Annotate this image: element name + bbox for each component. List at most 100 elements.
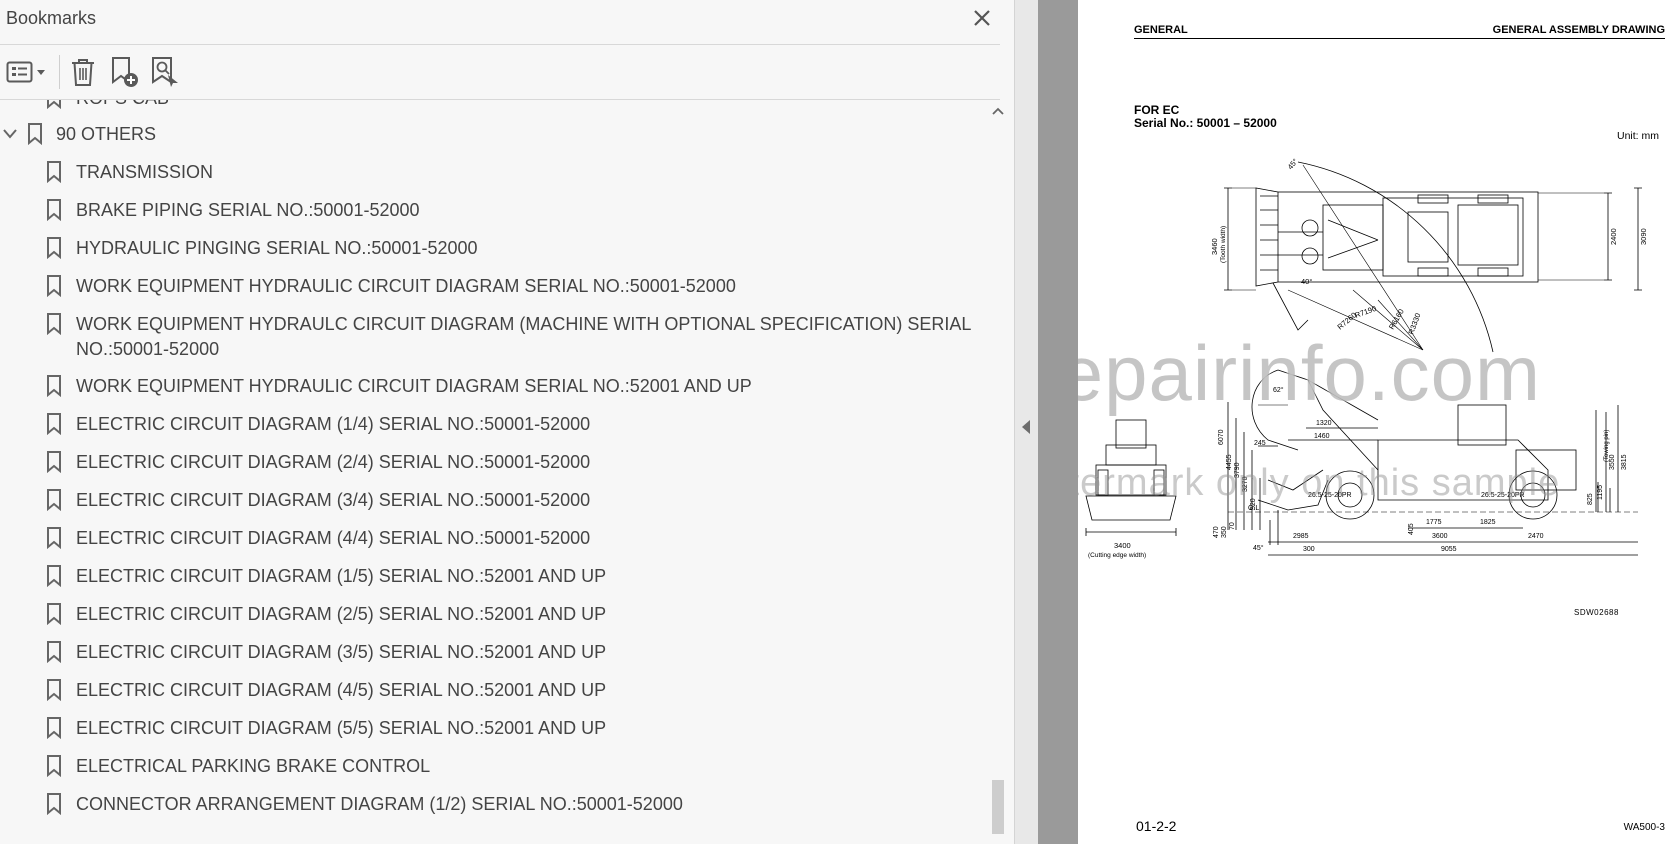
bookmark-icon (47, 275, 61, 297)
bookmark-icon (47, 641, 61, 663)
bookmark-label: ELECTRIC CIRCUIT DIAGRAM (1/5) SERIAL NO… (76, 566, 607, 586)
panel-header: Bookmarks (0, 0, 1000, 45)
bookmark-icon (47, 679, 61, 701)
dim-label: 1195 (1597, 485, 1604, 500)
bookmark-label: ELECTRIC CIRCUIT DIAGRAM (1/4) SERIAL NO… (76, 414, 591, 434)
close-icon (974, 10, 990, 26)
bookmark-label: BRAKE PIPING SERIAL NO.:50001-52000 (76, 200, 420, 220)
dim-label: 6070 (1218, 429, 1225, 445)
bookmark-label: WORK EQUIPMENT HYDRAULC CIRCUIT DIAGRAM … (76, 314, 972, 334)
toolbar-divider (59, 55, 60, 89)
dim-label: 350 (1221, 526, 1228, 538)
bookmark-icon (47, 527, 61, 549)
dim-label: 45° (1286, 157, 1300, 171)
dim-label: 825 (1587, 493, 1594, 505)
dim-label: 40° (1301, 277, 1312, 286)
watermark-main: eRepairinfo.com (1078, 329, 1541, 417)
bookmarks-panel: Bookmarks 90 OTHERS TRANSMISSION BRAKE P… (0, 0, 1014, 844)
bookmark-label: ELECTRIC CIRCUIT DIAGRAM (2/4) SERIAL NO… (76, 452, 591, 472)
bookmark-label: 90 OTHERS (56, 124, 157, 144)
bookmark-label: ROPS CAB (76, 100, 169, 111)
dim-label: 3600 (1432, 533, 1448, 540)
dim-label: 3815 (1621, 454, 1628, 470)
bookmark-icon (28, 123, 42, 145)
bookmark-tree: ROPS CAB 90 OTHERS TRANSMISSION BRAKE PI… (0, 100, 990, 844)
panel-title: Bookmarks (6, 8, 97, 28)
bookmark-icon (47, 717, 61, 739)
bookmark-label: ELECTRIC CIRCUIT DIAGRAM (2/5) SERIAL NO… (76, 604, 607, 624)
find-current-bookmark-button[interactable] (150, 55, 180, 89)
bookmark-icon (47, 489, 61, 511)
delete-bookmark-button[interactable] (70, 55, 96, 89)
dim-label: 45° (1253, 544, 1264, 552)
bookmark-label: ELECTRICAL PARKING BRAKE CONTROL (76, 756, 431, 776)
dim-label: 3550 (1609, 454, 1616, 470)
top-view (1224, 161, 1642, 353)
panel-splitter[interactable] (1014, 0, 1039, 844)
bookmark-icon (47, 161, 61, 183)
find-bookmark-icon (152, 57, 178, 87)
dim-label: 1320 (1316, 420, 1332, 427)
dim-label: 405 (1408, 523, 1415, 535)
dim-label: 2985 (1293, 533, 1309, 540)
bookmark-icon (47, 313, 61, 335)
dim-label: (Towing pin) (1604, 430, 1610, 462)
dim-label: 470 (1213, 526, 1220, 538)
chevron-down-icon[interactable] (2, 128, 18, 140)
add-bookmark-icon (112, 57, 138, 87)
bookmark-label: CONNECTOR ARRANGEMENT DIAGRAM (1/2) SERI… (76, 794, 683, 814)
bookmark-icon (47, 413, 61, 435)
page-number: 01-2-2 (1136, 818, 1177, 834)
dim-label: 3400 (1114, 541, 1131, 550)
bookmark-label: WORK EQUIPMENT HYDRAULIC CIRCUIT DIAGRAM… (76, 276, 736, 296)
dim-label: 2470 (1528, 533, 1544, 540)
add-bookmark-button[interactable] (110, 55, 140, 89)
assembly-drawing: 3460 (Tooth width) 2400 3090 R7190 R7260… (1085, 157, 1648, 559)
bookmark-icon (47, 237, 61, 259)
bookmark-label: TRANSMISSION (76, 162, 214, 182)
scroll-up-icon[interactable] (991, 106, 1005, 116)
dim-label: 3460 (1210, 238, 1219, 255)
bookmark-label: ELECTRIC CIRCUIT DIAGRAM (4/4) SERIAL NO… (76, 528, 591, 548)
drawing-code: SDW02688 (1574, 608, 1619, 617)
list-options-icon (6, 61, 45, 83)
watermark-sub: watermark only on this sample (1078, 462, 1561, 504)
bookmark-icon (47, 755, 61, 777)
dim-label: 2400 (1609, 228, 1618, 245)
bookmark-icon (47, 199, 61, 221)
bookmark-icon (47, 793, 61, 815)
trash-icon (72, 59, 94, 86)
bookmark-icon (47, 375, 61, 397)
model-label: WA500-3 (1623, 822, 1665, 833)
document-canvas-background (1038, 0, 1078, 844)
dim-label: G.L (1248, 505, 1259, 512)
collapse-panel-icon[interactable] (1022, 420, 1030, 434)
dim-label: (Tooth width) (1220, 226, 1227, 263)
dim-label: (Cutting edge width) (1088, 552, 1146, 559)
bookmark-label: WORK EQUIPMENT HYDRAULIC CIRCUIT DIAGRAM… (76, 376, 752, 396)
vertical-scrollbar[interactable] (987, 100, 1009, 844)
bookmark-label: HYDRAULIC PINGING SERIAL NO.:50001-52000 (76, 238, 478, 258)
document-page: GENERAL GENERAL ASSEMBLY DRAWING FOR EC … (1078, 0, 1677, 844)
bookmark-label: ELECTRIC CIRCUIT DIAGRAM (4/5) SERIAL NO… (76, 680, 607, 700)
bookmark-label-continued: NO.:50001-52000 (76, 339, 220, 359)
options-menu-button[interactable] (6, 55, 46, 89)
bookmarks-toolbar (0, 45, 1000, 100)
bookmark-icon (47, 565, 61, 587)
dim-label: 1825 (1480, 519, 1496, 526)
bookmark-label: ELECTRIC CIRCUIT DIAGRAM (3/4) SERIAL NO… (76, 490, 591, 510)
dim-label: 245 (1254, 440, 1266, 447)
dim-label: 1460 (1314, 433, 1330, 440)
dim-label: 3090 (1639, 228, 1648, 245)
dim-label: 300 (1303, 546, 1315, 553)
bookmark-icon (47, 603, 61, 625)
dim-label: 9055 (1441, 546, 1457, 553)
bookmark-label: ELECTRIC CIRCUIT DIAGRAM (3/5) SERIAL NO… (76, 642, 607, 662)
bookmark-icon (47, 100, 61, 109)
close-button[interactable] (968, 4, 996, 32)
dim-label: 70 (1229, 522, 1236, 530)
bookmark-label: ELECTRIC CIRCUIT DIAGRAM (5/5) SERIAL NO… (76, 718, 607, 738)
dim-label: 1775 (1426, 519, 1442, 526)
scrollbar-thumb[interactable] (992, 780, 1004, 834)
bookmark-icon (47, 451, 61, 473)
